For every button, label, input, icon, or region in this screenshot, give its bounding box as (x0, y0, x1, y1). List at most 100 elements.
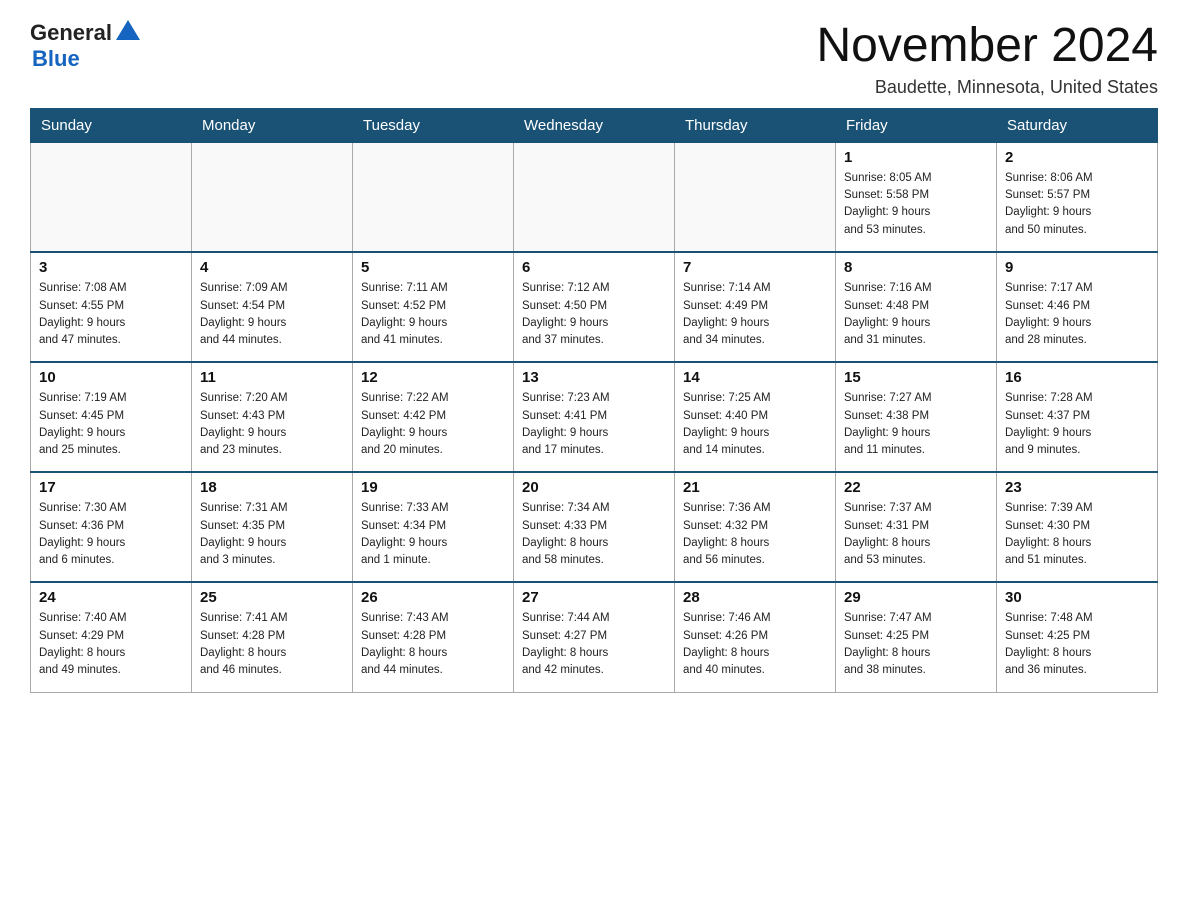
location-subtitle: Baudette, Minnesota, United States (816, 77, 1158, 98)
day-number: 9 (1005, 259, 1149, 276)
weekday-header-thursday: Thursday (675, 108, 836, 142)
day-number: 1 (844, 149, 988, 166)
calendar-cell: 30 Sunrise: 7:48 AMSunset: 4:25 PMDayligh… (997, 582, 1158, 692)
day-number: 27 (522, 589, 666, 606)
calendar-table: SundayMondayTuesdayWednesdayThursdayFrid… (30, 108, 1158, 693)
day-number: 21 (683, 479, 827, 496)
calendar-week-row: 3 Sunrise: 7:08 AMSunset: 4:55 PMDaylight… (31, 252, 1158, 362)
calendar-week-row: 1 Sunrise: 8:05 AMSunset: 5:58 PMDaylight… (31, 142, 1158, 252)
day-number: 19 (361, 479, 505, 496)
day-info: Sunrise: 7:46 AMSunset: 4:26 PMDaylight:… (683, 610, 827, 679)
weekday-header-monday: Monday (192, 108, 353, 142)
calendar-cell: 3 Sunrise: 7:08 AMSunset: 4:55 PMDaylight… (31, 252, 192, 362)
day-number: 29 (844, 589, 988, 606)
day-info: Sunrise: 7:14 AMSunset: 4:49 PMDaylight:… (683, 280, 827, 349)
day-info: Sunrise: 7:17 AMSunset: 4:46 PMDaylight:… (1005, 280, 1149, 349)
day-number: 17 (39, 479, 183, 496)
calendar-cell: 5Sunrise: 7:11 AMSunset: 4:52 PMDaylight… (353, 252, 514, 362)
logo-triangle-icon (114, 18, 142, 46)
day-info: Sunrise: 7:09 AMSunset: 4:54 PMDaylight:… (200, 280, 344, 349)
day-info: Sunrise: 7:48 AMSunset: 4:25 PMDaylight:… (1005, 610, 1149, 679)
calendar-cell: 9 Sunrise: 7:17 AMSunset: 4:46 PMDaylight… (997, 252, 1158, 362)
calendar-cell (192, 142, 353, 252)
calendar-cell: 16 Sunrise: 7:28 AMSunset: 4:37 PMDayligh… (997, 362, 1158, 472)
day-number: 13 (522, 369, 666, 386)
day-info: Sunrise: 7:39 AMSunset: 4:30 PMDaylight:… (1005, 500, 1149, 569)
day-number: 5 (361, 259, 505, 276)
calendar-cell: 24Sunrise: 7:40 AMSunset: 4:29 PMDayligh… (31, 582, 192, 692)
day-info: Sunrise: 7:43 AMSunset: 4:28 PMDaylight:… (361, 610, 505, 679)
calendar-week-row: 17 Sunrise: 7:30 AMSunset: 4:36 PMDayligh… (31, 472, 1158, 582)
day-number: 6 (522, 259, 666, 276)
calendar-cell: 27 Sunrise: 7:44 AMSunset: 4:27 PMDayligh… (514, 582, 675, 692)
day-info: Sunrise: 7:44 AMSunset: 4:27 PMDaylight:… (522, 610, 666, 679)
day-info: Sunrise: 7:28 AMSunset: 4:37 PMDaylight:… (1005, 390, 1149, 459)
calendar-cell: 20 Sunrise: 7:34 AMSunset: 4:33 PMDayligh… (514, 472, 675, 582)
day-info: Sunrise: 7:33 AMSunset: 4:34 PMDaylight:… (361, 500, 505, 569)
calendar-cell: 7 Sunrise: 7:14 AMSunset: 4:49 PMDaylight… (675, 252, 836, 362)
day-number: 12 (361, 369, 505, 386)
weekday-header-tuesday: Tuesday (353, 108, 514, 142)
calendar-cell: 2Sunrise: 8:06 AMSunset: 5:57 PMDaylight… (997, 142, 1158, 252)
calendar-cell: 29Sunrise: 7:47 AMSunset: 4:25 PMDayligh… (836, 582, 997, 692)
calendar-cell (675, 142, 836, 252)
weekday-header-friday: Friday (836, 108, 997, 142)
day-info: Sunrise: 7:30 AMSunset: 4:36 PMDaylight:… (39, 500, 183, 569)
day-number: 16 (1005, 369, 1149, 386)
month-title: November 2024 (816, 20, 1158, 73)
day-info: Sunrise: 7:34 AMSunset: 4:33 PMDaylight:… (522, 500, 666, 569)
calendar-cell: 8 Sunrise: 7:16 AMSunset: 4:48 PMDaylight… (836, 252, 997, 362)
day-number: 22 (844, 479, 988, 496)
day-number: 3 (39, 259, 183, 276)
day-info: Sunrise: 7:31 AMSunset: 4:35 PMDaylight:… (200, 500, 344, 569)
calendar-cell (514, 142, 675, 252)
day-number: 14 (683, 369, 827, 386)
day-info: Sunrise: 7:20 AMSunset: 4:43 PMDaylight:… (200, 390, 344, 459)
weekday-header-wednesday: Wednesday (514, 108, 675, 142)
day-info: Sunrise: 7:16 AMSunset: 4:48 PMDaylight:… (844, 280, 988, 349)
calendar-cell: 13 Sunrise: 7:23 AMSunset: 4:41 PMDayligh… (514, 362, 675, 472)
calendar-cell: 17 Sunrise: 7:30 AMSunset: 4:36 PMDayligh… (31, 472, 192, 582)
title-section: November 2024 Baudette, Minnesota, Unite… (816, 20, 1158, 98)
calendar-cell: 6 Sunrise: 7:12 AMSunset: 4:50 PMDaylight… (514, 252, 675, 362)
calendar-cell: 4Sunrise: 7:09 AMSunset: 4:54 PMDaylight… (192, 252, 353, 362)
day-info: Sunrise: 7:41 AMSunset: 4:28 PMDaylight:… (200, 610, 344, 679)
day-number: 11 (200, 369, 344, 386)
day-number: 25 (200, 589, 344, 606)
day-number: 7 (683, 259, 827, 276)
calendar-cell: 26Sunrise: 7:43 AMSunset: 4:28 PMDayligh… (353, 582, 514, 692)
day-info: Sunrise: 7:27 AMSunset: 4:38 PMDaylight:… (844, 390, 988, 459)
day-info: Sunrise: 7:25 AMSunset: 4:40 PMDaylight:… (683, 390, 827, 459)
day-info: Sunrise: 7:36 AMSunset: 4:32 PMDaylight:… (683, 500, 827, 569)
day-number: 23 (1005, 479, 1149, 496)
weekday-header-saturday: Saturday (997, 108, 1158, 142)
calendar-cell: 1 Sunrise: 8:05 AMSunset: 5:58 PMDaylight… (836, 142, 997, 252)
day-info: Sunrise: 7:40 AMSunset: 4:29 PMDaylight:… (39, 610, 183, 679)
day-info: Sunrise: 7:23 AMSunset: 4:41 PMDaylight:… (522, 390, 666, 459)
day-info: Sunrise: 7:22 AMSunset: 4:42 PMDaylight:… (361, 390, 505, 459)
calendar-cell: 15Sunrise: 7:27 AMSunset: 4:38 PMDayligh… (836, 362, 997, 472)
day-number: 10 (39, 369, 183, 386)
calendar-cell: 22 Sunrise: 7:37 AMSunset: 4:31 PMDayligh… (836, 472, 997, 582)
calendar-cell: 21 Sunrise: 7:36 AMSunset: 4:32 PMDayligh… (675, 472, 836, 582)
day-number: 30 (1005, 589, 1149, 606)
calendar-cell: 18 Sunrise: 7:31 AMSunset: 4:35 PMDayligh… (192, 472, 353, 582)
day-number: 18 (200, 479, 344, 496)
logo: General Blue (30, 20, 142, 72)
day-info: Sunrise: 7:08 AMSunset: 4:55 PMDaylight:… (39, 280, 183, 349)
calendar-cell: 11 Sunrise: 7:20 AMSunset: 4:43 PMDayligh… (192, 362, 353, 472)
day-info: Sunrise: 7:12 AMSunset: 4:50 PMDaylight:… (522, 280, 666, 349)
calendar-cell: 10Sunrise: 7:19 AMSunset: 4:45 PMDayligh… (31, 362, 192, 472)
day-number: 8 (844, 259, 988, 276)
day-info: Sunrise: 7:37 AMSunset: 4:31 PMDaylight:… (844, 500, 988, 569)
logo-general-text: General (30, 20, 112, 46)
calendar-header-row: SundayMondayTuesdayWednesdayThursdayFrid… (31, 108, 1158, 142)
day-info: Sunrise: 8:05 AMSunset: 5:58 PMDaylight:… (844, 170, 988, 239)
calendar-cell: 23 Sunrise: 7:39 AMSunset: 4:30 PMDayligh… (997, 472, 1158, 582)
logo-blue-text: Blue (32, 46, 80, 72)
calendar-cell: 28Sunrise: 7:46 AMSunset: 4:26 PMDayligh… (675, 582, 836, 692)
calendar-cell (31, 142, 192, 252)
day-number: 20 (522, 479, 666, 496)
weekday-header-sunday: Sunday (31, 108, 192, 142)
day-info: Sunrise: 8:06 AMSunset: 5:57 PMDaylight:… (1005, 170, 1149, 239)
